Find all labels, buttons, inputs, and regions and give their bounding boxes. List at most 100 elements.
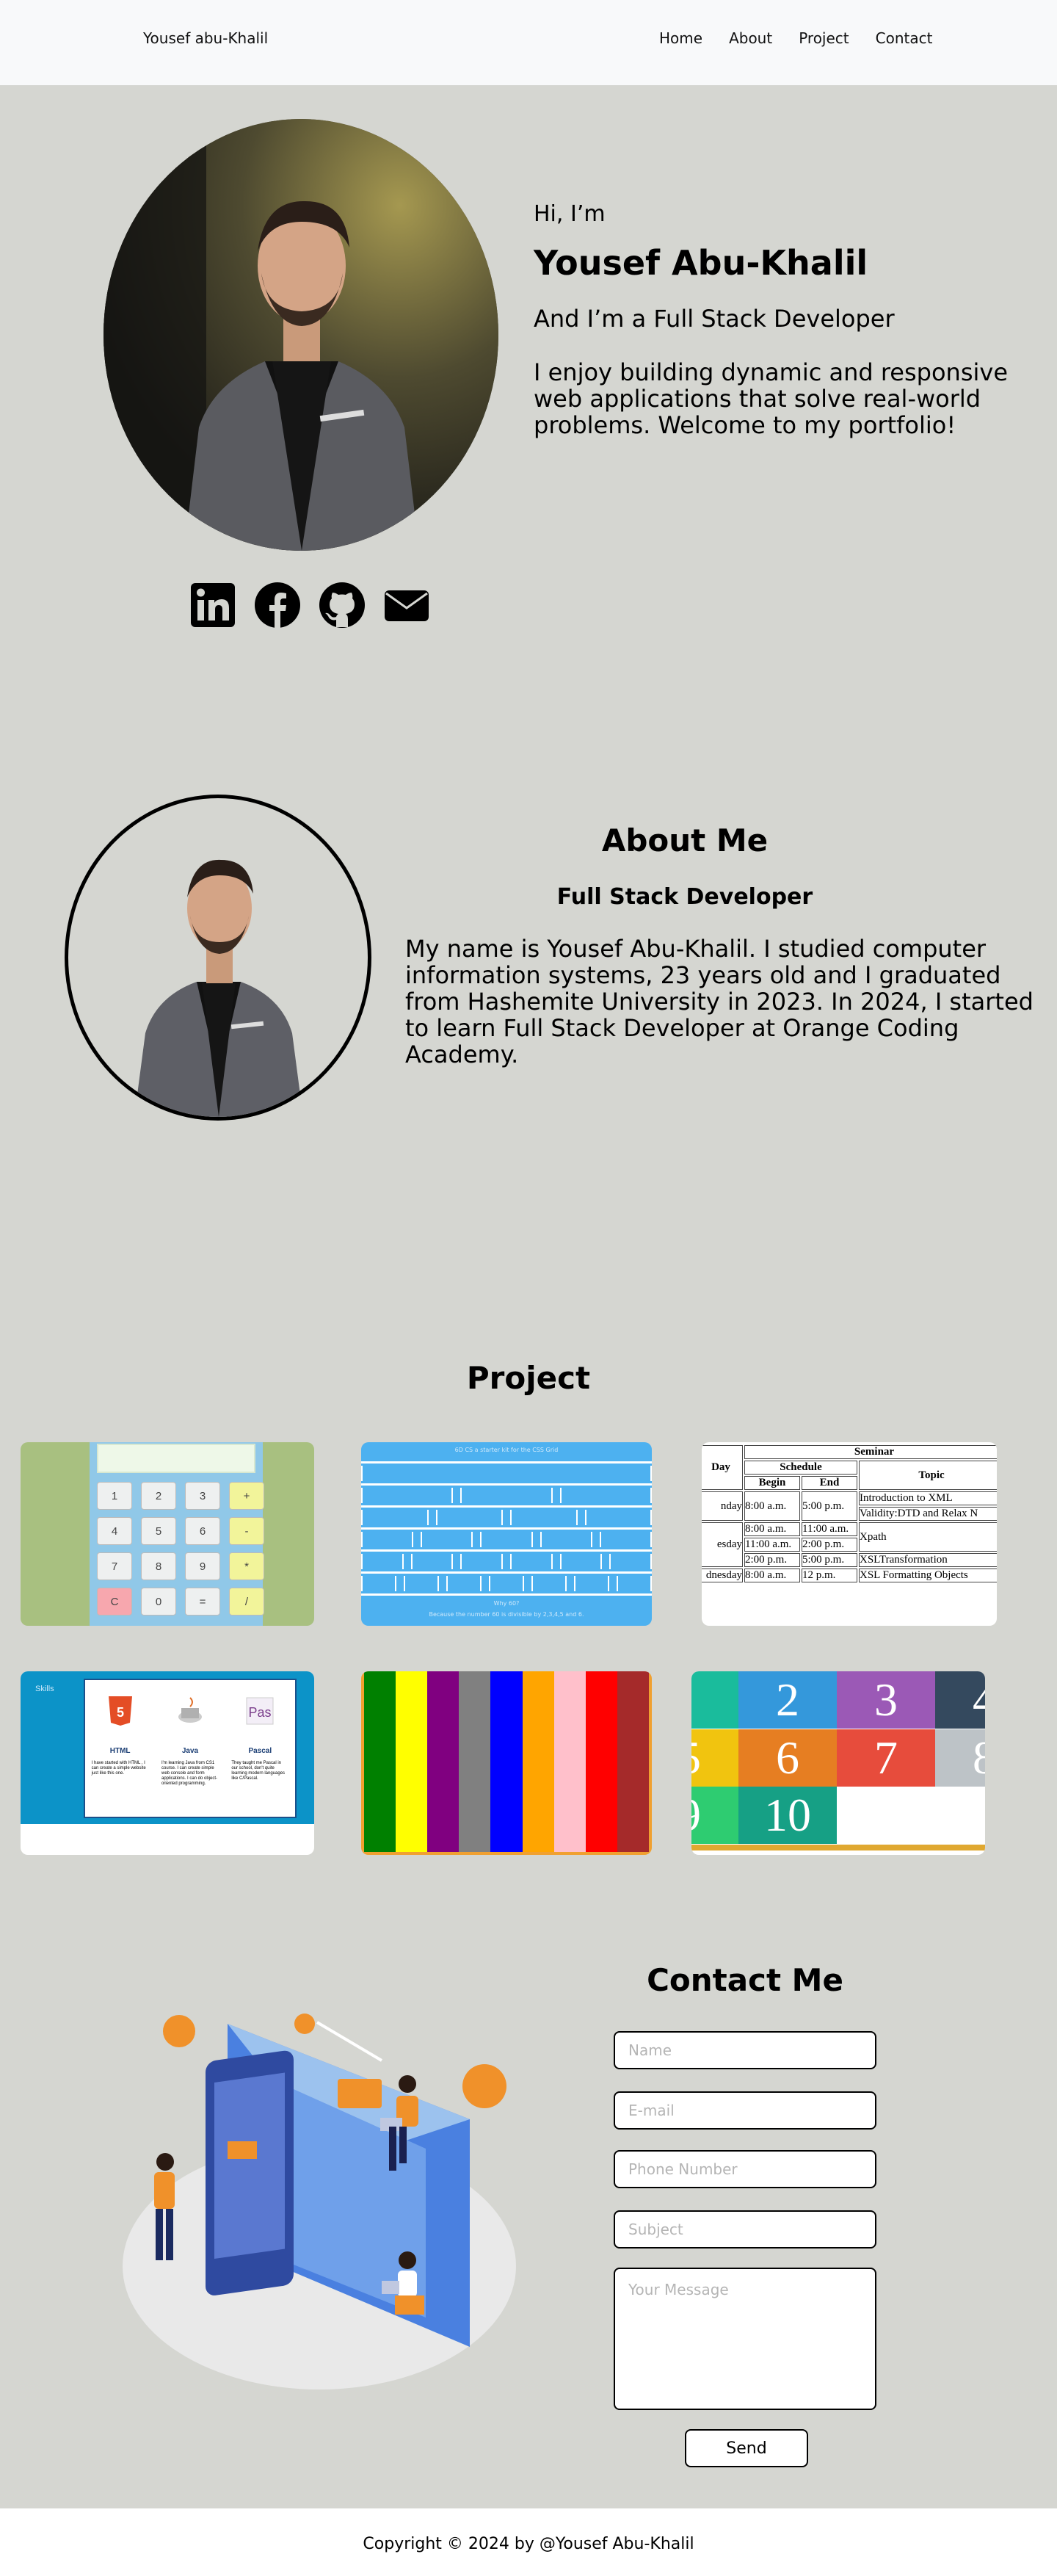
skill-desc: I have started with HTML , I can create … — [91, 1761, 146, 1776]
projects-title: Project — [466, 1360, 591, 1396]
number-grid: 234 5678 910 — [691, 1671, 985, 1845]
name-input[interactable] — [614, 2031, 876, 2069]
grid-card-row — [361, 1530, 652, 1552]
schedule-day-header: Day — [702, 1445, 743, 1490]
number-tile — [837, 1787, 935, 1845]
main-nav: Home About Project Contact — [659, 29, 932, 47]
grid-card-cell — [361, 1488, 454, 1503]
about-subtitle: Full Stack Developer — [556, 884, 813, 910]
calculator-key[interactable]: 7 — [97, 1552, 132, 1580]
html5-icon: 5 — [108, 1696, 132, 1726]
calculator-key[interactable]: 6 — [185, 1517, 220, 1545]
grid-card-footer-line1: Why 60? — [493, 1600, 520, 1607]
color-stripe — [617, 1671, 649, 1852]
schedule-cell: 8:00 a.m. — [744, 1569, 800, 1582]
calculator-key[interactable]: / — [229, 1588, 264, 1616]
site-header: Yousef abu-Khalil Home About Project Con… — [0, 0, 1057, 85]
hero-name: Yousef Abu-Khalil — [534, 243, 868, 283]
calculator-key[interactable]: 8 — [141, 1552, 176, 1580]
grid-card-cell — [361, 1576, 396, 1591]
grid-card-cell — [404, 1576, 439, 1591]
calculator-body: 1 2 3 +4 5 6- 7 8 9 * C 0 = / — [90, 1442, 264, 1626]
skills-label: Skills — [35, 1685, 54, 1693]
schedule-schedule-header: Schedule — [744, 1461, 857, 1475]
calculator-key[interactable]: + — [229, 1482, 264, 1510]
calculator-key[interactable]: 5 — [141, 1517, 176, 1545]
grid-card-cell — [361, 1466, 652, 1481]
number-tile — [935, 1787, 985, 1845]
number-tile: 3 — [837, 1671, 935, 1729]
subject-input[interactable] — [614, 2210, 876, 2248]
grid-card-cell — [421, 1532, 473, 1547]
grid-card-row — [361, 1508, 652, 1530]
grid-card-cell — [559, 1554, 603, 1569]
project-card-css-grid[interactable]: 6D CS a starter kit for the CSS Grid Why… — [361, 1442, 652, 1626]
project-card-color-stripes[interactable] — [361, 1671, 652, 1855]
calculator-key[interactable]: - — [229, 1517, 264, 1545]
grid-card-cell — [609, 1554, 652, 1569]
svg-text:Pas: Pas — [249, 1705, 272, 1720]
calculator-keypad: 1 2 3 +4 5 6- 7 8 9 * C 0 = / — [97, 1482, 264, 1616]
github-icon[interactable] — [319, 582, 366, 629]
message-textarea[interactable] — [614, 2268, 876, 2410]
skill-name: HTML — [109, 1747, 131, 1755]
grid-card-cell — [361, 1510, 429, 1525]
grid-card-row — [361, 1552, 652, 1574]
schedule-cell: 5:00 p.m. — [802, 1491, 857, 1521]
brand-name[interactable]: Yousef abu-Khalil — [143, 29, 268, 47]
skill-desc: I'm learning Java from CS1 course. I can… — [161, 1761, 218, 1786]
hero-profile-photo — [103, 119, 498, 551]
grid-card-heading: 6D CS a starter kit for the CSS Grid — [454, 1447, 559, 1453]
about-description: My name is Yousef Abu-Khalil. I studied … — [405, 935, 1034, 1068]
grid-card-footer-line2: Because the number 60 is divisible by 2,… — [429, 1611, 584, 1618]
facebook-icon[interactable] — [254, 582, 301, 629]
project-card-skills[interactable]: Skills 5 HTML I have started with HTML ,… — [21, 1671, 314, 1855]
schedule-end-header: End — [802, 1476, 857, 1490]
calculator-key[interactable]: = — [185, 1588, 220, 1616]
phone-input[interactable] — [614, 2150, 876, 2188]
send-button[interactable]: Send — [685, 2429, 808, 2467]
linkedin-icon[interactable] — [189, 582, 236, 629]
envelope-icon[interactable] — [383, 582, 430, 629]
schedule-begin-header: Begin — [744, 1476, 800, 1490]
calculator-key[interactable]: 0 — [141, 1588, 176, 1616]
skill-html: 5 HTML I have started with HTML , I can … — [92, 1695, 149, 1817]
hero-description: I enjoy building dynamic and responsive … — [534, 358, 1009, 439]
schedule-cell: 2:00 p.m. — [744, 1553, 800, 1567]
site-footer: Copyright © 2024 by @Yousef Abu-Khalil — [0, 2508, 1057, 2576]
color-stripe — [522, 1671, 554, 1852]
contact-illustration — [123, 2014, 516, 2389]
nav-project-link[interactable]: Project — [799, 29, 849, 47]
schedule-cell: 5:00 p.m. — [802, 1553, 857, 1567]
project-card-schedule-table[interactable]: Day Seminar Schedule Topic Begin End nda… — [702, 1442, 997, 1626]
skill-pascal: Pas Pascal They taught me Pascal in our … — [231, 1695, 288, 1817]
nav-contact-link[interactable]: Contact — [876, 29, 933, 47]
schedule-cell: 12 p.m. — [802, 1569, 857, 1582]
schedule-table: Day Seminar Schedule Topic Begin End nda… — [702, 1444, 997, 1584]
hero-role: And I’m a Full Stack Developer — [534, 305, 895, 333]
grid-card-cell — [460, 1554, 504, 1569]
number-tile: 10 — [738, 1787, 837, 1845]
skill-java: Java I'm learning Java from CS1 course. … — [161, 1695, 219, 1817]
number-tile: 6 — [738, 1729, 837, 1787]
skill-name: Java — [181, 1747, 199, 1755]
project-card-calculator[interactable]: 1 2 3 +4 5 6- 7 8 9 * C 0 = / — [21, 1442, 314, 1626]
java-icon — [178, 1697, 202, 1723]
schedule-cell: nday — [702, 1491, 743, 1521]
nav-home-link[interactable]: Home — [659, 29, 702, 47]
calculator-key[interactable]: 3 — [185, 1482, 220, 1510]
calculator-key[interactable]: 2 — [141, 1482, 176, 1510]
calculator-key[interactable]: 9 — [185, 1552, 220, 1580]
email-input[interactable] — [614, 2091, 876, 2130]
calculator-key[interactable]: 4 — [97, 1517, 132, 1545]
calculator-key[interactable]: C — [97, 1588, 132, 1616]
nav-about-link[interactable]: About — [729, 29, 772, 47]
schedule-cell: 8:00 a.m. — [744, 1491, 800, 1521]
color-stripe — [396, 1671, 428, 1852]
calculator-key[interactable]: 1 — [97, 1482, 132, 1510]
project-card-number-grid[interactable]: 234 5678 910 — [691, 1671, 985, 1855]
calculator-key[interactable]: * — [229, 1552, 264, 1580]
social-links — [189, 582, 430, 629]
color-stripe — [459, 1671, 491, 1852]
grid-card-cell — [480, 1532, 533, 1547]
